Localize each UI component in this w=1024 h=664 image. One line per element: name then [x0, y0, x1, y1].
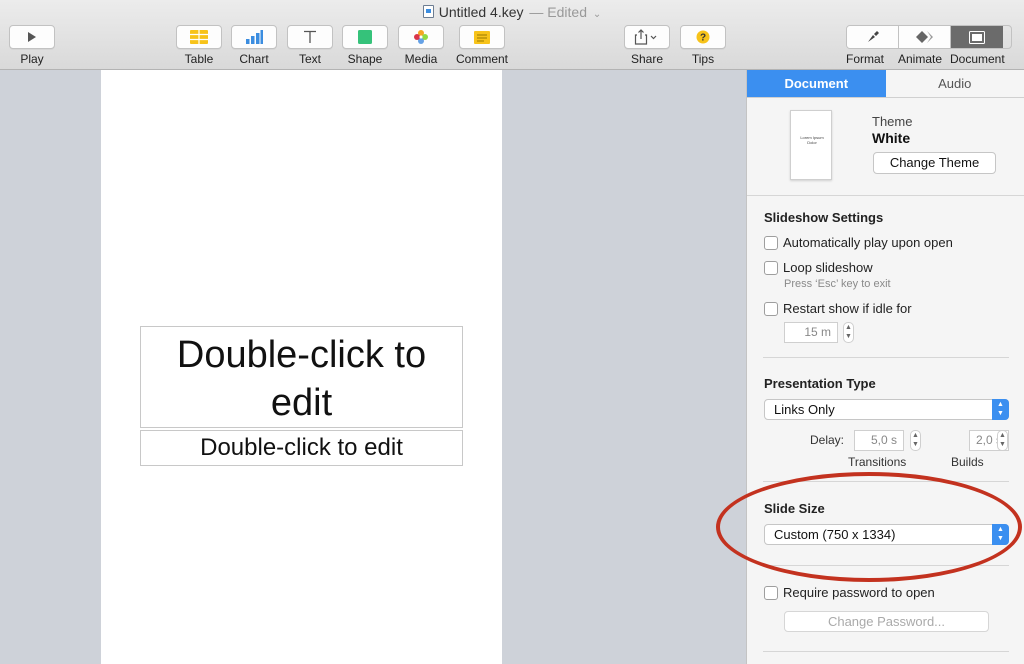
document-inspector: Document Audio Lorem Ipsum Dolor Theme W… — [746, 70, 1024, 664]
media-button[interactable]: Media — [398, 25, 444, 66]
loop-hint: Press ‘Esc’ key to exit — [784, 278, 891, 290]
comment-label: Comment — [456, 52, 509, 66]
comment-icon[interactable] — [459, 25, 505, 49]
checkbox-box[interactable] — [764, 585, 778, 600]
format-paintbrush-icon[interactable] — [847, 26, 899, 48]
share-label: Share — [630, 52, 664, 66]
media-label: Media — [404, 52, 438, 66]
checkbox-box[interactable] — [764, 260, 778, 275]
presentation-type-title: Presentation Type — [764, 376, 876, 391]
table-icon[interactable] — [176, 25, 222, 49]
transitions-delay-field[interactable]: 5,0 s — [854, 430, 904, 451]
toolbar: Untitled 4.key — Edited ⌄ Play Table Cha… — [0, 0, 1024, 70]
builds-delay-stepper[interactable]: ▲ ▼ — [997, 430, 1008, 451]
share-icon[interactable] — [624, 25, 670, 49]
document-icon[interactable] — [951, 26, 1003, 48]
restart-idle-label[interactable]: Restart show if idle for — [783, 301, 912, 316]
inspector-tabs: Document Audio — [747, 70, 1024, 98]
idle-time-stepper[interactable]: ▲ ▼ — [843, 322, 854, 343]
animate-diamond-icon[interactable] — [899, 26, 951, 48]
divider — [763, 357, 1009, 358]
transitions-delay-stepper[interactable]: ▲ ▼ — [910, 430, 921, 451]
window-title: Untitled 4.key — [438, 4, 524, 20]
restart-idle-checkbox[interactable]: Restart show if idle for — [764, 301, 912, 316]
tab-audio[interactable]: Audio — [886, 70, 1024, 97]
builds-label: Builds — [951, 455, 984, 469]
document-label: Document — [950, 52, 1005, 66]
title-placeholder[interactable]: Double-click to edit — [140, 326, 463, 428]
slide-size-popup[interactable]: Custom (750 x 1334) ▲ ▼ — [764, 524, 1009, 545]
shape-icon[interactable] — [342, 25, 388, 49]
slide-size-value[interactable]: Custom (750 x 1334) — [774, 527, 895, 542]
text-button[interactable]: Text — [287, 25, 333, 66]
transitions-label: Transitions — [848, 455, 907, 469]
delay-label: Delay: — [810, 433, 845, 447]
inspector-switcher: Format Animate Document — [846, 25, 1012, 66]
chevron-down-icon[interactable]: ⌄ — [593, 9, 601, 20]
text-icon[interactable] — [287, 25, 333, 49]
shape-button[interactable]: Shape — [342, 25, 388, 66]
chart-label: Chart — [239, 52, 269, 66]
auto-play-label[interactable]: Automatically play upon open — [783, 235, 953, 250]
checkbox-box[interactable] — [764, 235, 778, 250]
animate-label: Animate — [898, 52, 943, 66]
keynote-document-icon — [422, 5, 434, 18]
require-password-label[interactable]: Require password to open — [783, 585, 935, 600]
theme-name: White — [872, 130, 911, 146]
tips-button[interactable]: ? Tips — [680, 25, 726, 66]
window-title-bar: Untitled 4.key — Edited ⌄ — [0, 4, 1024, 20]
loop-slideshow-label[interactable]: Loop slideshow — [783, 260, 873, 275]
idle-time-field[interactable]: 15 m — [784, 322, 838, 343]
popup-arrows-icon[interactable]: ▲ ▼ — [992, 399, 1009, 420]
shape-label: Shape — [347, 52, 383, 66]
slideshow-settings-title: Slideshow Settings — [764, 210, 884, 225]
slide-size-title: Slide Size — [764, 501, 825, 516]
popup-arrows-icon[interactable]: ▲ ▼ — [992, 524, 1009, 545]
text-label: Text — [298, 52, 321, 66]
subtitle-placeholder[interactable]: Double-click to edit — [140, 430, 463, 466]
loop-slideshow-checkbox[interactable]: Loop slideshow — [764, 260, 873, 275]
share-button[interactable]: Share — [624, 25, 670, 66]
divider — [747, 195, 1024, 196]
play-button[interactable]: Play — [9, 25, 55, 66]
photos-icon[interactable] — [398, 25, 444, 49]
checkbox-box[interactable] — [764, 301, 778, 316]
format-label: Format — [846, 52, 885, 66]
slide-canvas[interactable]: Double-click to edit Double-click to edi… — [101, 70, 502, 664]
divider — [763, 481, 1009, 482]
theme-label: Theme — [872, 114, 913, 129]
edited-status[interactable]: — Edited — [529, 4, 587, 20]
theme-thumbnail-text: Lorem Ipsum Dolor — [800, 135, 824, 145]
table-label: Table — [184, 52, 214, 66]
chart-icon[interactable] — [231, 25, 277, 49]
tab-document[interactable]: Document — [747, 70, 886, 97]
auto-play-checkbox[interactable]: Automatically play upon open — [764, 235, 953, 250]
presentation-type-value[interactable]: Links Only — [774, 402, 835, 417]
svg-text:?: ? — [700, 33, 706, 44]
comment-button[interactable]: Comment — [456, 25, 508, 66]
change-theme-button[interactable]: Change Theme — [873, 152, 996, 174]
table-button[interactable]: Table — [176, 25, 222, 66]
divider — [763, 565, 1009, 566]
play-icon[interactable] — [9, 25, 55, 49]
theme-thumbnail[interactable]: Lorem Ipsum Dolor — [790, 110, 832, 180]
tips-icon[interactable]: ? — [680, 25, 726, 49]
presentation-type-popup[interactable]: Links Only ▲ ▼ — [764, 399, 1009, 420]
change-password-button[interactable]: Change Password... — [784, 611, 989, 632]
chart-button[interactable]: Chart — [231, 25, 277, 66]
play-label: Play — [20, 52, 44, 66]
require-password-checkbox[interactable]: Require password to open — [764, 585, 935, 600]
tips-label: Tips — [691, 52, 715, 66]
divider — [763, 651, 1009, 652]
